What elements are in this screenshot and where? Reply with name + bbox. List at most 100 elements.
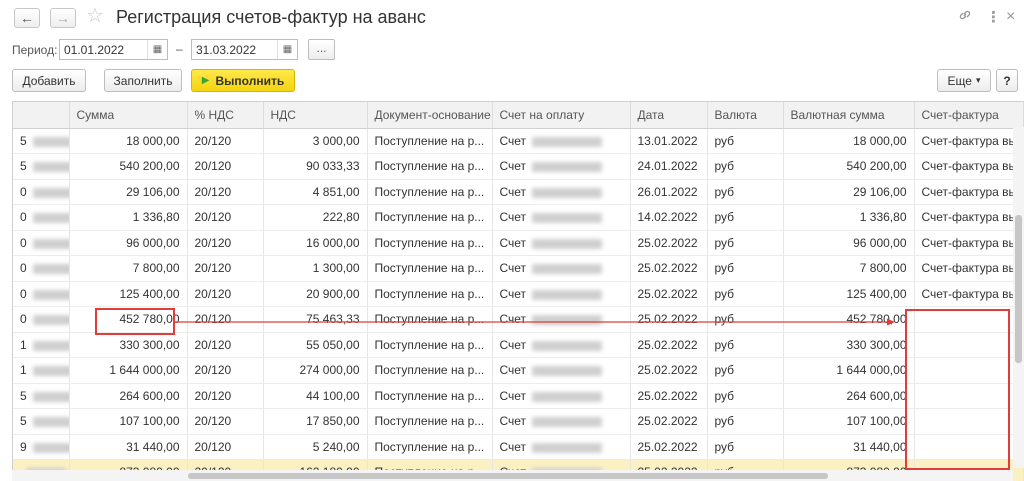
vat-rate-cell[interactable]: 20/120 [187, 332, 264, 358]
table-row[interactable]: 1 1 644 000,00 20/120 274 000,00 Поступление… [13, 357, 1024, 384]
period-select-button[interactable]: ... [308, 39, 335, 60]
fill-button[interactable]: Заполнить [104, 69, 182, 92]
date-cell[interactable]: 14.02.2022 [630, 204, 708, 231]
vat-rate-cell[interactable]: 20/120 [187, 434, 264, 460]
period-from-field[interactable]: 01.01.2022 ▦ [59, 39, 168, 60]
date-cell[interactable]: 25.02.2022 [630, 230, 708, 256]
row-id-cell[interactable]: 9 [13, 434, 70, 460]
table-row[interactable]: 5 18 000,00 20/120 3 000,00 Поступление на р… [13, 128, 1024, 154]
vertical-scrollbar[interactable] [1013, 127, 1024, 468]
currency-cell[interactable]: руб [707, 179, 784, 205]
invoice-cell[interactable]: Счет-фактура выдан [914, 255, 1024, 282]
date-cell[interactable]: 24.01.2022 [630, 153, 708, 180]
column-header-vat[interactable]: НДС [263, 102, 368, 129]
payment-invoice-cell[interactable]: Счет [492, 383, 631, 409]
sum-cell[interactable]: 7 800,00 [69, 255, 188, 282]
column-header-currency[interactable]: Валюта [707, 102, 784, 129]
vat-cell[interactable]: 5 240,00 [263, 434, 368, 460]
date-cell[interactable]: 25.02.2022 [630, 357, 708, 384]
vat-rate-cell[interactable]: 20/120 [187, 255, 264, 282]
base-document-cell[interactable]: Поступление на р... [367, 281, 493, 307]
payment-invoice-cell[interactable]: Счет [492, 230, 631, 256]
row-id-cell[interactable]: 1 [13, 332, 70, 358]
base-document-cell[interactable]: Поступление на р... [367, 306, 493, 333]
vat-cell[interactable]: 20 900,00 [263, 281, 368, 307]
vat-cell[interactable]: 222,80 [263, 204, 368, 231]
base-document-cell[interactable]: Поступление на р... [367, 179, 493, 205]
currency-sum-cell[interactable]: 540 200,00 [783, 153, 915, 180]
date-cell[interactable]: 25.02.2022 [630, 434, 708, 460]
vat-rate-cell[interactable]: 20/120 [187, 383, 264, 409]
currency-cell[interactable]: руб [707, 434, 784, 460]
add-button[interactable]: Добавить [12, 69, 86, 92]
currency-sum-cell[interactable]: 7 800,00 [783, 255, 915, 282]
column-header-invoice[interactable]: Счет-фактура [914, 102, 1024, 129]
payment-invoice-cell[interactable]: Счет [492, 306, 631, 333]
vat-rate-cell[interactable]: 20/120 [187, 204, 264, 231]
base-document-cell[interactable]: Поступление на р... [367, 332, 493, 358]
currency-cell[interactable]: руб [707, 383, 784, 409]
column-header-date[interactable]: Дата [630, 102, 708, 129]
payment-invoice-cell[interactable]: Счет [492, 128, 631, 154]
vat-rate-cell[interactable]: 20/120 [187, 357, 264, 384]
period-to-value[interactable]: 31.03.2022 [192, 43, 277, 57]
vat-rate-cell[interactable]: 20/120 [187, 281, 264, 307]
currency-cell[interactable]: руб [707, 255, 784, 282]
row-id-cell[interactable]: 0 [13, 230, 70, 256]
sum-cell[interactable]: 1 644 000,00 [69, 357, 188, 384]
currency-cell[interactable]: руб [707, 306, 784, 333]
row-id-cell[interactable]: 0 [13, 306, 70, 333]
table-row[interactable]: 0 29 106,00 20/120 4 851,00 Поступление на р… [13, 179, 1024, 205]
payment-invoice-cell[interactable]: Счет [492, 153, 631, 180]
date-cell[interactable]: 25.02.2022 [630, 255, 708, 282]
base-document-cell[interactable]: Поступление на р... [367, 255, 493, 282]
vat-rate-cell[interactable]: 20/120 [187, 179, 264, 205]
help-button[interactable]: ? [996, 69, 1018, 92]
vat-rate-cell[interactable]: 20/120 [187, 153, 264, 180]
vat-rate-cell[interactable]: 20/120 [187, 128, 264, 154]
back-button[interactable]: ← [14, 8, 40, 28]
vat-cell[interactable]: 274 000,00 [263, 357, 368, 384]
base-document-cell[interactable]: Поступление на р... [367, 383, 493, 409]
row-id-cell[interactable]: 5 [13, 128, 70, 154]
vat-cell[interactable]: 90 033,33 [263, 153, 368, 180]
invoice-cell[interactable]: Счет-фактура выдан [914, 128, 1024, 154]
table-row[interactable]: 0 125 400,00 20/120 20 900,00 Поступление на… [13, 281, 1024, 307]
more-menu-icon[interactable]: ⋮ [986, 8, 1001, 26]
currency-sum-cell[interactable]: 1 644 000,00 [783, 357, 915, 384]
payment-invoice-cell[interactable]: Счет [492, 179, 631, 205]
calendar-icon[interactable]: ▦ [147, 40, 167, 59]
base-document-cell[interactable]: Поступление на р... [367, 204, 493, 231]
row-id-cell[interactable]: 1 [13, 357, 70, 384]
more-button[interactable]: Еще ▾ [937, 69, 991, 92]
vat-cell[interactable]: 3 000,00 [263, 128, 368, 154]
sum-cell[interactable]: 1 336,80 [69, 204, 188, 231]
forward-button[interactable]: → [50, 8, 76, 28]
table-row[interactable]: 0 96 000,00 20/120 16 000,00 Поступление на … [13, 230, 1024, 256]
table-row[interactable]: 5 107 100,00 20/120 17 850,00 Поступление на… [13, 408, 1024, 435]
base-document-cell[interactable]: Поступление на р... [367, 230, 493, 256]
currency-sum-cell[interactable]: 31 440,00 [783, 434, 915, 460]
table-row[interactable]: 0 7 800,00 20/120 1 300,00 Поступление на р.… [13, 255, 1024, 282]
vat-cell[interactable]: 17 850,00 [263, 408, 368, 435]
currency-cell[interactable]: руб [707, 128, 784, 154]
vat-rate-cell[interactable]: 20/120 [187, 230, 264, 256]
row-id-cell[interactable]: 5 [13, 408, 70, 435]
column-header-currency-sum[interactable]: Валютная сумма [783, 102, 915, 129]
currency-cell[interactable]: руб [707, 332, 784, 358]
vat-cell[interactable]: 75 463,33 [263, 306, 368, 333]
date-cell[interactable]: 25.02.2022 [630, 306, 708, 333]
sum-cell[interactable]: 540 200,00 [69, 153, 188, 180]
column-header-vat-rate[interactable]: % НДС [187, 102, 264, 129]
table-row[interactable]: 9 31 440,00 20/120 5 240,00 Поступление на р… [13, 434, 1024, 460]
base-document-cell[interactable]: Поступление на р... [367, 434, 493, 460]
currency-cell[interactable]: руб [707, 281, 784, 307]
date-cell[interactable]: 25.02.2022 [630, 332, 708, 358]
vat-rate-cell[interactable]: 20/120 [187, 408, 264, 435]
column-header[interactable] [13, 102, 70, 129]
period-to-field[interactable]: 31.03.2022 ▦ [191, 39, 298, 60]
link-icon[interactable] [958, 8, 972, 26]
payment-invoice-cell[interactable]: Счет [492, 332, 631, 358]
currency-cell[interactable]: руб [707, 204, 784, 231]
invoice-cell[interactable]: Счет-фактура выдан [914, 179, 1024, 205]
